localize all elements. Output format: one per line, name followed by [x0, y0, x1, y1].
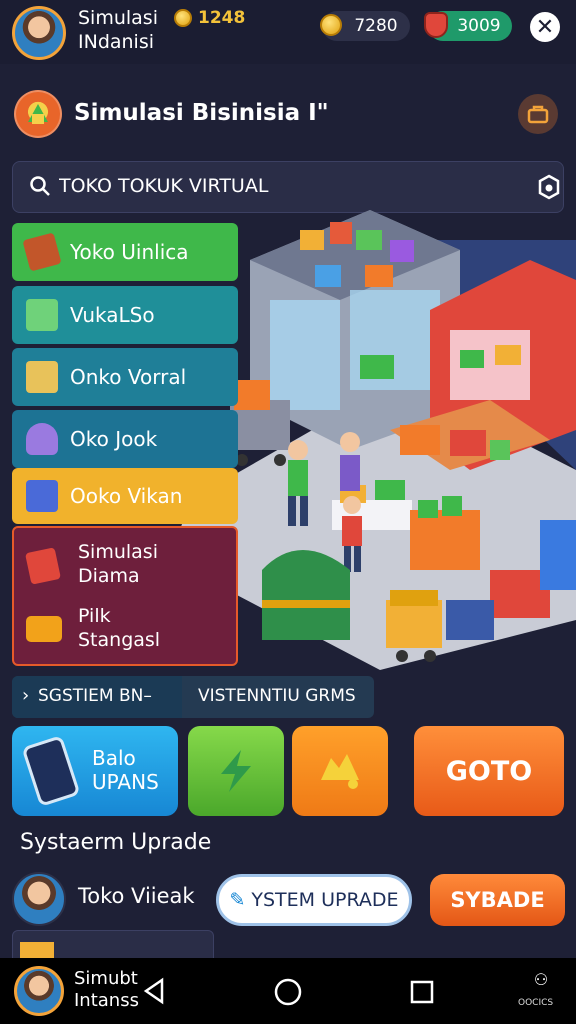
player-name-line2: INdanisi	[78, 31, 155, 53]
coin-icon	[320, 14, 342, 36]
menu-item-label: Ooko Vikan	[70, 484, 183, 508]
calculator-icon	[25, 547, 61, 585]
nav-label-line2: Intanss	[74, 990, 139, 1011]
chevron-right-icon: ›	[22, 685, 30, 706]
pencil-icon: ✎	[229, 889, 246, 911]
box-icon	[26, 361, 58, 393]
menu-item-label: VukaLSo	[70, 303, 155, 327]
system-upgrade-label: YSTEM UPRADE	[251, 889, 399, 911]
shop-name-label: Toko Viieak	[78, 884, 195, 908]
phone-icon	[21, 735, 81, 807]
nav-label-line1: Simubt	[74, 968, 138, 989]
player-avatar[interactable]	[12, 6, 66, 60]
bell-button[interactable]	[292, 726, 388, 816]
upgrade-phone-line1: Balo	[92, 746, 136, 770]
lightning-icon	[221, 750, 251, 792]
submenu-item-line2: Diama	[78, 565, 140, 587]
system-upgrade-button[interactable]: ✎ YSTEM UPRADE	[216, 874, 412, 926]
system-nav-bar: Simubt Intanss ⚇ OOCICS	[0, 958, 576, 1024]
submenu-panel: Simulasi Diama Pilk Stangasl	[12, 526, 238, 666]
player-name: Simulasi INdanisi	[78, 6, 158, 54]
level-badge-value: 1248	[198, 8, 246, 28]
bell-icon	[321, 754, 359, 789]
section-header: › SGSTIEM BN– VISTENNTIU GRMS	[12, 676, 374, 718]
upgrade-orange-button[interactable]: SYBADE	[430, 874, 565, 926]
menu-item-3[interactable]: Onko Vorral	[12, 348, 238, 406]
cash-stack-icon	[26, 299, 58, 331]
nav-right-label: OOCICS	[518, 998, 554, 1008]
shopping-bag-icon[interactable]	[518, 94, 558, 134]
gems-value: 3009	[457, 16, 501, 36]
coins-value: 7280	[354, 16, 398, 36]
menu-item-2[interactable]: VukaLSo	[12, 286, 238, 344]
search-icon[interactable]	[29, 175, 51, 202]
nav-label: Simubt Intanss	[74, 968, 139, 1012]
section-title: SGSTIEM BN–	[38, 686, 152, 706]
goto-label: GOTO	[445, 755, 533, 787]
level-coin-icon	[174, 9, 192, 27]
menu-item-label: Yoko Uinlica	[70, 240, 189, 264]
submenu-item-line1: Simulasi	[78, 541, 158, 563]
submenu-item-1[interactable]: Simulasi Diama	[14, 538, 236, 594]
menu-item-label: Onko Vorral	[70, 365, 187, 389]
upgrade-orange-label: SYBADE	[450, 888, 545, 912]
lightning-button[interactable]	[188, 726, 284, 816]
shopkeeper-avatar	[12, 872, 66, 926]
top-bar: Simulasi INdanisi 1248 7280 3009 ✕	[0, 0, 576, 64]
home-icon[interactable]	[272, 976, 304, 1008]
basket-icon	[26, 423, 58, 455]
close-icon[interactable]: ✕	[530, 12, 560, 42]
gem-icon	[424, 12, 448, 38]
back-icon[interactable]	[140, 976, 170, 1006]
business-logo-icon	[14, 90, 62, 138]
book-icon	[22, 232, 62, 272]
menu-item-1[interactable]: Yoko Uinlica	[12, 223, 238, 281]
upgrade-phone-button[interactable]: Balo UPANS	[12, 726, 178, 816]
recents-icon[interactable]	[408, 978, 436, 1006]
people-icon[interactable]: ⚇	[526, 970, 556, 994]
section-subtitle: VISTENNTIU GRMS	[198, 686, 356, 706]
search-input[interactable]	[59, 175, 499, 197]
page-title: Simulasi Bisinisia I"	[74, 100, 329, 126]
menu-item-label: Oko Jook	[70, 427, 158, 451]
truck-icon	[26, 616, 62, 642]
submenu-item-2[interactable]: Pilk Stangasl	[14, 602, 236, 658]
menu-item-5[interactable]: Ooko Vikan	[12, 468, 238, 524]
section-title-block: › SGSTIEM BN–	[12, 676, 182, 718]
upgrade-phone-line2: UPANS	[92, 770, 159, 794]
player-name-line1: Simulasi	[78, 7, 158, 29]
goto-button[interactable]: GOTO	[414, 726, 564, 816]
nav-avatar[interactable]	[14, 966, 64, 1016]
submenu-item-line1: Pilk	[78, 605, 111, 627]
submenu-item-line2: Stangasl	[78, 629, 161, 651]
upgrade-caption: Systaerm Uprade	[20, 830, 212, 855]
menu-item-4[interactable]: Oko Jook	[12, 410, 238, 468]
document-icon	[26, 480, 58, 512]
